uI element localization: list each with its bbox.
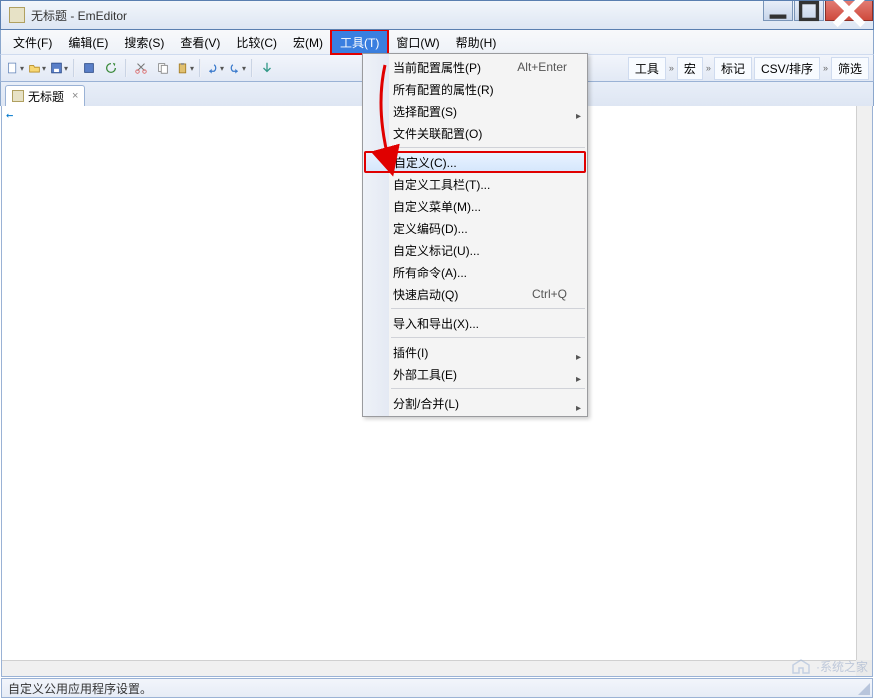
- menu-separator: [391, 337, 585, 338]
- tools-dropdown: 当前配置属性(P) Alt+Enter 所有配置的属性(R) 选择配置(S) 文件关联配…: [362, 53, 588, 417]
- eof-marker: ←: [6, 108, 13, 122]
- menu-window[interactable]: 窗口(W): [388, 30, 447, 54]
- menu-item[interactable]: 自定义工具栏(T)...: [363, 173, 587, 195]
- menu-separator: [391, 388, 585, 389]
- tools-label[interactable]: 工具: [628, 57, 666, 80]
- status-text: 自定义公用应用程序设置。: [8, 680, 152, 697]
- menu-search[interactable]: 搜索(S): [116, 30, 172, 54]
- titlebar: 无标题 - EmEditor: [0, 0, 874, 30]
- menu-item-label: 当前配置属性(P): [393, 59, 481, 76]
- document-tab[interactable]: 无标题 ×: [5, 85, 85, 106]
- menubar: 文件(F) 编辑(E) 搜索(S) 查看(V) 比较(C) 宏(M) 工具(T)…: [0, 30, 874, 54]
- menu-item[interactable]: 导入和导出(X)...: [363, 312, 587, 334]
- menu-item[interactable]: 所有配置的属性(R): [363, 78, 587, 100]
- menu-item[interactable]: 分割/合并(L): [363, 392, 587, 414]
- menu-edit[interactable]: 编辑(E): [60, 30, 116, 54]
- open-button[interactable]: [27, 58, 47, 78]
- menu-item[interactable]: 所有命令(A)...: [363, 261, 587, 283]
- copy-button[interactable]: [153, 58, 173, 78]
- tab-close-icon[interactable]: ×: [72, 90, 78, 102]
- menu-item[interactable]: 选择配置(S): [363, 100, 587, 122]
- toolbar-separator: [199, 59, 201, 77]
- menu-item-label: 自定义(C)...: [394, 154, 457, 171]
- menu-item[interactable]: 快速启动(Q) Ctrl+Q: [363, 283, 587, 305]
- dropdown-inner: 当前配置属性(P) Alt+Enter 所有配置的属性(R) 选择配置(S) 文件关联配…: [363, 54, 587, 416]
- watermark-text: ·系统之家: [816, 658, 868, 675]
- menu-item-label: 分割/合并(L): [393, 395, 459, 412]
- menu-item-label: 外部工具(E): [393, 366, 457, 383]
- menu-item-label: 自定义标记(U)...: [393, 242, 480, 259]
- menu-item[interactable]: 插件(I): [363, 341, 587, 363]
- menu-item-label: 所有命令(A)...: [393, 264, 467, 281]
- macro-label[interactable]: 宏: [677, 57, 703, 80]
- csv-label[interactable]: CSV/排序: [754, 57, 820, 80]
- menu-item[interactable]: 自定义(C)...: [364, 151, 586, 173]
- new-button[interactable]: [5, 58, 25, 78]
- horizontal-scrollbar[interactable]: [2, 660, 856, 676]
- chevron-icon: »: [822, 63, 829, 73]
- close-button[interactable]: [825, 1, 873, 21]
- menu-shortcut: Ctrl+Q: [532, 287, 567, 301]
- jump-button[interactable]: [257, 58, 277, 78]
- paste-button[interactable]: [175, 58, 195, 78]
- menu-item-label: 文件关联配置(O): [393, 125, 482, 142]
- maximize-button[interactable]: [794, 1, 824, 21]
- menu-item[interactable]: 当前配置属性(P) Alt+Enter: [363, 56, 587, 78]
- menu-compare[interactable]: 比较(C): [228, 30, 285, 54]
- menu-macro[interactable]: 宏(M): [285, 30, 331, 54]
- chevron-icon: »: [668, 63, 675, 73]
- tab-label: 无标题: [28, 88, 64, 105]
- statusbar: 自定义公用应用程序设置。: [1, 678, 873, 698]
- size-grip[interactable]: [856, 681, 870, 695]
- menu-item-label: 导入和导出(X)...: [393, 315, 479, 332]
- reload-button[interactable]: [101, 58, 121, 78]
- toolbar-separator: [251, 59, 253, 77]
- menu-item-label: 自定义菜单(M)...: [393, 198, 481, 215]
- toolbar-right: 工具» 宏» 标记 CSV/排序» 筛选: [628, 57, 869, 80]
- marks-label[interactable]: 标记: [714, 57, 752, 80]
- toolbar-separator: [125, 59, 127, 77]
- menu-item[interactable]: 自定义菜单(M)...: [363, 195, 587, 217]
- menu-separator: [391, 308, 585, 309]
- menu-item-label: 快速启动(Q): [393, 286, 458, 303]
- window-title: 无标题 - EmEditor: [31, 7, 127, 24]
- menu-item-label: 选择配置(S): [393, 103, 457, 120]
- menu-item[interactable]: 自定义标记(U)...: [363, 239, 587, 261]
- menu-item-label: 所有配置的属性(R): [393, 81, 494, 98]
- saveall-button[interactable]: [79, 58, 99, 78]
- toolbar-separator: [73, 59, 75, 77]
- document-icon: [12, 90, 24, 102]
- vertical-scrollbar[interactable]: [856, 106, 872, 660]
- watermark: ·系统之家: [790, 657, 868, 675]
- chevron-icon: »: [705, 63, 712, 73]
- menu-item-label: 定义编码(D)...: [393, 220, 468, 237]
- menu-item[interactable]: 文件关联配置(O): [363, 122, 587, 144]
- menu-tools[interactable]: 工具(T): [331, 30, 388, 54]
- save-button[interactable]: [49, 58, 69, 78]
- redo-button[interactable]: [227, 58, 247, 78]
- menu-help[interactable]: 帮助(H): [448, 30, 505, 54]
- menu-file[interactable]: 文件(F): [5, 30, 60, 54]
- watermark-logo-icon: [790, 657, 812, 675]
- menu-shortcut: Alt+Enter: [517, 60, 567, 74]
- filter-label[interactable]: 筛选: [831, 57, 869, 80]
- menu-item[interactable]: 定义编码(D)...: [363, 217, 587, 239]
- menu-view[interactable]: 查看(V): [172, 30, 228, 54]
- menu-item[interactable]: 外部工具(E): [363, 363, 587, 385]
- cut-button[interactable]: [131, 58, 151, 78]
- app-icon: [9, 7, 25, 23]
- menu-item-label: 插件(I): [393, 344, 428, 361]
- menu-item-label: 自定义工具栏(T)...: [393, 176, 490, 193]
- menu-separator: [391, 147, 585, 148]
- undo-button[interactable]: [205, 58, 225, 78]
- minimize-button[interactable]: [763, 1, 793, 21]
- window-buttons: [762, 1, 873, 23]
